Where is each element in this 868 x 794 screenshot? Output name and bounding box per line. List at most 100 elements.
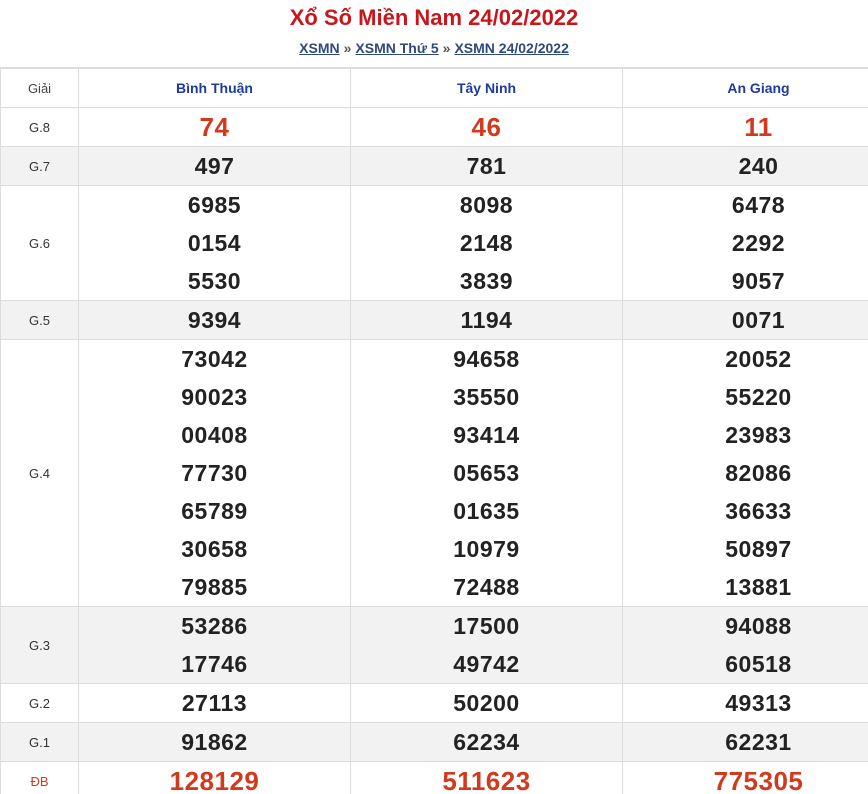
result-cell: 511623 <box>350 761 623 794</box>
prize-label: G.2 <box>0 683 79 723</box>
result-number: 00408 <box>181 422 248 448</box>
result-number: 17746 <box>181 651 248 677</box>
result-number: 53286 <box>181 613 248 639</box>
result-number: 0154 <box>187 230 242 256</box>
result-number: 73042 <box>181 346 248 372</box>
result-cell: 74 <box>78 107 351 147</box>
result-number: 01635 <box>453 498 520 524</box>
result-number: 13881 <box>725 574 792 600</box>
page-title: Xổ Số Miền Nam 24/02/2022 <box>289 5 579 30</box>
results-table: Giải Bình Thuận Tây Ninh An Giang G.8 74 4… <box>0 68 868 794</box>
table-row: G.6 6985 0154 5530 8098 2148 3839 6478 2292 9057 <box>0 185 868 301</box>
result-cell: 27113 <box>78 683 351 723</box>
province-header-an-giang: An Giang <box>622 68 868 108</box>
result-number: 5530 <box>187 268 242 294</box>
result-cell: 62231 <box>622 722 868 762</box>
result-number: 94658 <box>453 346 520 372</box>
result-cell: 62234 <box>350 722 623 762</box>
table-row: G.7 497 781 240 <box>0 146 868 186</box>
result-number: 82086 <box>725 460 792 486</box>
prize-label: G.4 <box>0 339 79 607</box>
result-number: 05653 <box>453 460 520 486</box>
result-number: 36633 <box>725 498 792 524</box>
prize-label: G.7 <box>0 146 79 186</box>
result-cell: 11 <box>622 107 868 147</box>
prize-label: ĐB <box>0 761 79 794</box>
result-number: 65789 <box>181 498 248 524</box>
result-cell: 1194 <box>350 300 623 340</box>
result-cell: 73042 90023 00408 77730 65789 30658 79885 <box>78 339 351 607</box>
province-header-tay-ninh: Tây Ninh <box>350 68 623 108</box>
result-number: 35550 <box>453 384 520 410</box>
result-number: 10979 <box>453 536 520 562</box>
result-number: 74 <box>199 112 230 142</box>
result-number: 6478 <box>731 192 786 218</box>
result-cell: 128129 <box>78 761 351 794</box>
result-cell: 6478 2292 9057 <box>622 185 868 301</box>
table-row: G.4 73042 90023 00408 77730 65789 30658 79885 94… <box>0 339 868 607</box>
table-row: G.1 91862 62234 62231 <box>0 722 868 762</box>
result-number: 3839 <box>459 268 514 294</box>
table-row: G.5 9394 1194 0071 <box>0 300 868 340</box>
result-number: 9394 <box>187 307 242 333</box>
result-number: 27113 <box>181 690 248 716</box>
result-number: 23983 <box>725 422 792 448</box>
result-number: 79885 <box>181 574 248 600</box>
result-cell: 0071 <box>622 300 868 340</box>
result-cell: 20052 55220 23983 82086 36633 50897 13881 <box>622 339 868 607</box>
result-number: 91862 <box>181 729 248 755</box>
result-number: 90023 <box>181 384 248 410</box>
result-number: 55220 <box>725 384 792 410</box>
result-number: 0071 <box>731 307 786 333</box>
result-cell: 781 <box>350 146 623 186</box>
result-number: 11 <box>744 112 773 142</box>
result-number: 30658 <box>181 536 248 562</box>
result-number: 20052 <box>725 346 792 372</box>
result-number: 511623 <box>442 766 531 794</box>
result-cell: 17500 49742 <box>350 606 623 684</box>
result-number: 781 <box>466 153 507 179</box>
result-number: 2292 <box>731 230 786 256</box>
result-number: 49313 <box>725 690 792 716</box>
table-row: G.3 53286 17746 17500 49742 94088 60518 <box>0 606 868 684</box>
result-number: 62234 <box>453 729 520 755</box>
result-cell: 9394 <box>78 300 351 340</box>
result-number: 50897 <box>725 536 792 562</box>
result-number: 77730 <box>181 460 248 486</box>
result-number: 60518 <box>725 651 792 677</box>
result-cell: 497 <box>78 146 351 186</box>
result-cell: 94088 60518 <box>622 606 868 684</box>
prize-label: G.8 <box>0 107 79 147</box>
result-number: 240 <box>738 153 779 179</box>
result-number: 93414 <box>453 422 520 448</box>
result-number: 6985 <box>187 192 242 218</box>
result-cell: 53286 17746 <box>78 606 351 684</box>
result-cell: 8098 2148 3839 <box>350 185 623 301</box>
result-number: 17500 <box>453 613 520 639</box>
table-row: G.2 27113 50200 49313 <box>0 683 868 723</box>
breadcrumb-link-xsmn-thu-5[interactable]: XSMN Thứ 5 <box>355 40 438 56</box>
result-number: 94088 <box>725 613 792 639</box>
breadcrumb-link-xsmn-date[interactable]: XSMN 24/02/2022 <box>454 40 568 56</box>
result-number: 8098 <box>459 192 514 218</box>
result-number: 497 <box>194 153 235 179</box>
result-cell: 240 <box>622 146 868 186</box>
result-number: 1194 <box>460 307 513 333</box>
result-cell: 775305 <box>622 761 868 794</box>
page-header: Xổ Số Miền Nam 24/02/2022 XSMN » XSMN Thứ … <box>0 0 868 68</box>
breadcrumb-separator: » <box>442 40 451 56</box>
result-number: 72488 <box>453 574 520 600</box>
result-cell: 50200 <box>350 683 623 723</box>
prize-column-header: Giải <box>0 68 79 108</box>
result-number: 62231 <box>725 729 792 755</box>
result-number: 128129 <box>169 766 260 794</box>
breadcrumb-link-xsmn[interactable]: XSMN <box>299 40 339 56</box>
result-number: 46 <box>471 112 502 142</box>
table-row: ĐB 128129 511623 775305 <box>0 761 868 794</box>
result-cell: 46 <box>350 107 623 147</box>
breadcrumb: XSMN» XSMN Thứ 5» XSMN 24/02/2022 <box>0 40 868 56</box>
result-number: 2148 <box>459 230 514 256</box>
result-cell: 6985 0154 5530 <box>78 185 351 301</box>
result-number: 9057 <box>731 268 786 294</box>
result-number: 775305 <box>713 766 804 794</box>
